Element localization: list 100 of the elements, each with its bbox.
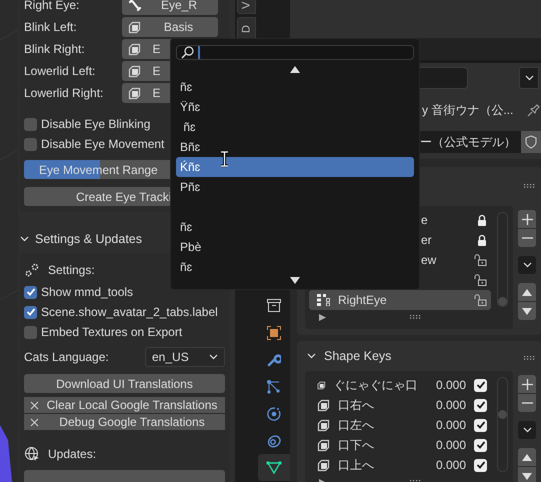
shape-key-icon bbox=[317, 398, 330, 412]
settings-label: Settings: bbox=[48, 263, 95, 277]
lock-icon[interactable] bbox=[477, 234, 487, 246]
down-icon bbox=[522, 308, 532, 314]
orbit-icon[interactable] bbox=[267, 406, 281, 420]
menu-button[interactable] bbox=[518, 421, 536, 439]
object-name: y 音街ウナ（公... bbox=[422, 102, 514, 118]
field-label: Blink Right: bbox=[24, 42, 86, 56]
translation-button[interactable]: Debug Google Translations bbox=[24, 414, 225, 430]
scroll-down-icon bbox=[290, 277, 300, 284]
sidebar-tab[interactable]: V bbox=[237, 0, 256, 14]
plus-icon bbox=[522, 214, 532, 224]
shape-key-selector[interactable]: Basis bbox=[122, 17, 218, 37]
grip-icon[interactable] bbox=[410, 315, 421, 319]
scrollbar[interactable] bbox=[497, 212, 508, 307]
scroll-up-icon bbox=[290, 66, 300, 73]
checkbox[interactable] bbox=[474, 458, 487, 472]
add-button[interactable] bbox=[518, 375, 536, 393]
move-up-button[interactable] bbox=[518, 448, 536, 466]
panel-header[interactable]: Shape Keys bbox=[297, 345, 541, 367]
shape-key-item[interactable]: 口下へ 0.000 bbox=[309, 435, 491, 455]
menu-item[interactable]: Ḱñɛ bbox=[176, 157, 414, 177]
checkbox-label: Disable Eye Movement bbox=[41, 137, 164, 151]
close-icon bbox=[30, 400, 39, 410]
checkbox[interactable] bbox=[24, 118, 37, 130]
dropdown-button[interactable] bbox=[519, 67, 539, 89]
field-label: Lowerlid Right: bbox=[24, 86, 104, 100]
unlock-icon[interactable] bbox=[474, 274, 487, 286]
menu-item[interactable]: ñɛ bbox=[176, 77, 414, 97]
move-up-button[interactable] bbox=[518, 283, 536, 301]
expand-icon[interactable] bbox=[319, 314, 326, 320]
shape-key-selector[interactable]: E bbox=[122, 39, 174, 59]
checkbox[interactable] bbox=[24, 138, 37, 150]
plus-icon bbox=[522, 378, 532, 390]
shape-key-item[interactable]: 口右へ 0.000 bbox=[309, 395, 491, 415]
close-icon bbox=[30, 418, 39, 426]
shape-key-item[interactable]: 口左へ 0.000 bbox=[309, 415, 491, 435]
text-cursor-icon bbox=[220, 151, 229, 167]
grip-icon[interactable] bbox=[524, 356, 535, 360]
field-label: Lowerlid Left: bbox=[24, 64, 96, 78]
lock-icon[interactable] bbox=[477, 214, 487, 226]
scrollbar-thumb[interactable] bbox=[498, 297, 507, 306]
search-icon bbox=[181, 46, 194, 59]
unlock-icon[interactable] bbox=[474, 254, 487, 266]
shape-key-icon bbox=[128, 86, 141, 100]
bone-selector[interactable]: Eye_R bbox=[122, 0, 218, 15]
shape-key-item[interactable]: 口上へ 0.000 bbox=[309, 455, 491, 475]
bone-icon bbox=[128, 0, 142, 12]
grip-icon[interactable] bbox=[524, 184, 535, 188]
checkbox[interactable] bbox=[474, 378, 487, 392]
checkbox[interactable] bbox=[24, 306, 37, 318]
chevron-down-icon bbox=[307, 353, 316, 359]
checkbox-label: Disable Eye Blinking bbox=[41, 117, 150, 131]
checkbox[interactable] bbox=[474, 418, 487, 432]
chevron-down-icon bbox=[209, 354, 218, 360]
archive-box-icon[interactable] bbox=[267, 299, 281, 312]
translation-button[interactable]: Clear Local Google Translations bbox=[24, 397, 225, 413]
chevron-down-icon bbox=[20, 236, 29, 242]
menu-item[interactable]: Ÿñɛ bbox=[176, 97, 414, 117]
add-button[interactable] bbox=[518, 210, 536, 228]
menu-button[interactable] bbox=[518, 256, 536, 274]
chain-link-icon[interactable] bbox=[267, 434, 281, 448]
minus-icon bbox=[522, 237, 532, 239]
shape-key-icon bbox=[317, 438, 330, 452]
field-label: Right Eye: bbox=[24, 0, 80, 12]
vertex-group-item[interactable]: RightEye bbox=[309, 290, 491, 310]
menu-item[interactable]: Bñɛ bbox=[176, 137, 414, 157]
unlock-icon[interactable] bbox=[474, 294, 487, 306]
checkbox[interactable] bbox=[474, 398, 487, 412]
language-dropdown[interactable]: en_US bbox=[145, 347, 225, 367]
shape-key-icon bbox=[317, 378, 326, 392]
group-icon bbox=[317, 294, 330, 306]
checkbox[interactable] bbox=[24, 326, 37, 338]
shape-key-item[interactable]: ぐにゃぐにゃ口 0.000 bbox=[309, 375, 491, 395]
shield-icon[interactable] bbox=[525, 135, 538, 149]
shape-key-icon bbox=[317, 418, 330, 432]
mesh-triangle-icon[interactable] bbox=[266, 460, 282, 474]
checkbox[interactable] bbox=[474, 438, 487, 452]
move-down-button[interactable] bbox=[518, 302, 536, 320]
remove-button[interactable] bbox=[518, 229, 536, 247]
checkbox-label: Show mmd_tools bbox=[41, 285, 134, 299]
wrench-icon[interactable] bbox=[267, 352, 281, 366]
download-translations-button[interactable]: Download UI Translations bbox=[24, 374, 225, 393]
node-graph-icon[interactable] bbox=[267, 380, 281, 394]
menu-item[interactable]: ñɛ bbox=[176, 117, 414, 137]
checkbox[interactable] bbox=[24, 286, 37, 298]
create-eye-tracking-button[interactable]: Create Eye Tracki bbox=[24, 187, 170, 206]
shape-key-icon bbox=[128, 64, 141, 78]
scrollbar[interactable] bbox=[497, 377, 508, 472]
object-square-icon[interactable] bbox=[267, 326, 281, 340]
remove-button[interactable] bbox=[518, 394, 536, 412]
move-down-button[interactable] bbox=[518, 467, 536, 482]
pin-icon[interactable] bbox=[527, 103, 541, 117]
shape-key-icon bbox=[128, 42, 141, 56]
menu-item[interactable]: Pñɛ bbox=[176, 177, 414, 197]
minus-icon bbox=[522, 402, 532, 404]
search-field[interactable] bbox=[176, 45, 414, 60]
field-label: Cats Language: bbox=[24, 350, 109, 364]
up-icon bbox=[522, 288, 532, 296]
scrollbar-thumb[interactable] bbox=[498, 410, 507, 419]
